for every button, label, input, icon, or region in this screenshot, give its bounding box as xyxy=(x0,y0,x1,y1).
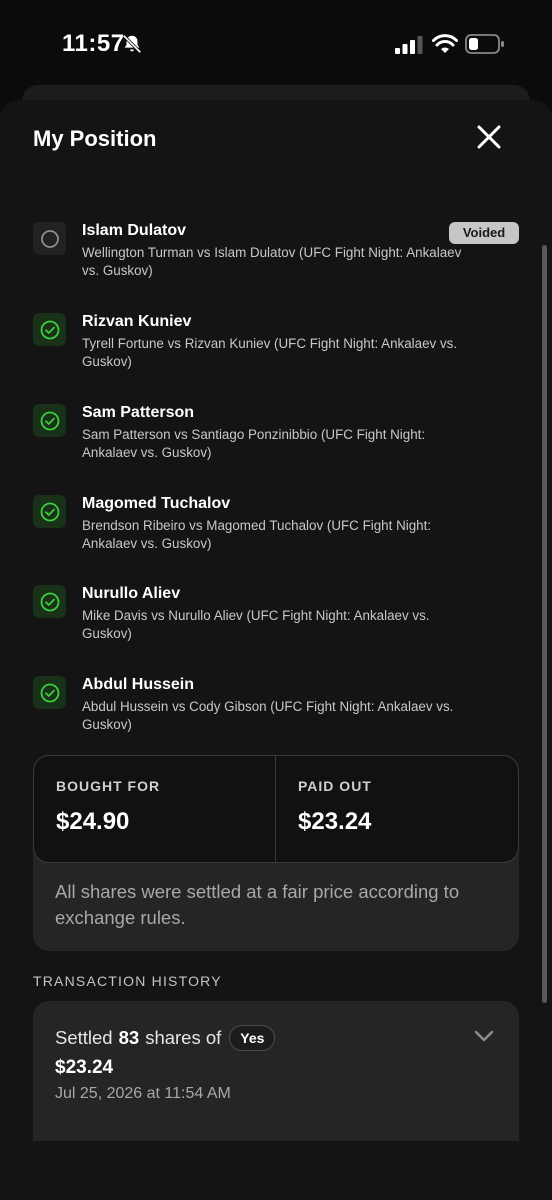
scrollbar[interactable] xyxy=(542,245,547,1003)
battery-icon xyxy=(465,34,504,54)
check-circle-icon xyxy=(33,676,66,709)
check-circle-icon xyxy=(33,585,66,618)
side-badge: Yes xyxy=(229,1025,276,1051)
paid-out-label: PAID OUT xyxy=(298,778,372,794)
leg-description: Wellington Turman vs Islam Dulatov (UFC … xyxy=(82,245,462,278)
bought-for-label: BOUGHT FOR xyxy=(56,778,161,794)
leg-description: Abdul Hussein vs Cody Gibson (UFC Fight … xyxy=(82,699,454,732)
leg-name: Islam Dulatov xyxy=(82,222,187,239)
paid-out-value: $23.24 xyxy=(298,808,372,835)
leg-item: Sam Patterson Sam Patterson vs Santiago … xyxy=(33,404,523,484)
leg-description: Mike Davis vs Nurullo Aliev (UFC Fight N… xyxy=(82,608,430,641)
leg-item: Nurullo Aliev Mike Davis vs Nurullo Alie… xyxy=(33,585,523,665)
transaction-shares: 83 xyxy=(118,1027,140,1048)
status-bar: 11:57 xyxy=(0,0,552,84)
chevron-down-icon[interactable] xyxy=(473,1027,495,1045)
transaction-summary: Settled 83 shares of Yes xyxy=(55,1025,276,1051)
check-circle-icon xyxy=(33,313,66,346)
leg-name: Sam Patterson xyxy=(82,404,195,421)
transaction-history-header: TRANSACTION HISTORY xyxy=(33,973,222,989)
transaction-suffix: shares of xyxy=(145,1027,222,1048)
leg-item: Magomed Tuchalov Brendson Ribeiro vs Mag… xyxy=(33,495,523,575)
leg-name: Nurullo Aliev xyxy=(82,585,181,602)
leg-description: Sam Patterson vs Santiago Ponzinibbio (U… xyxy=(82,427,426,460)
position-sheet: My Position Islam Dulatov Wellington Tur… xyxy=(0,100,552,1200)
screen: 11:57 My Position Islam Dulatov Wellingt… xyxy=(0,0,552,1200)
bought-for-section: BOUGHT FOR $24.90 xyxy=(34,756,276,862)
transaction-date: Jul 25, 2026 at 11:54 AM xyxy=(55,1085,231,1102)
summary-card: BOUGHT FOR $24.90 PAID OUT $23.24 All sh… xyxy=(33,755,519,951)
voided-badge: Voided xyxy=(449,222,519,244)
leg-description: Tyrell Fortune vs Rizvan Kuniev (UFC Fig… xyxy=(82,336,458,369)
leg-status-void-icon xyxy=(33,222,66,255)
check-circle-icon xyxy=(33,495,66,528)
check-circle-icon xyxy=(33,404,66,437)
leg-item: Abdul Hussein Abdul Hussein vs Cody Gibs… xyxy=(33,676,523,756)
leg-name: Abdul Hussein xyxy=(82,676,195,693)
transaction-amount: $23.24 xyxy=(55,1057,114,1078)
transaction-card[interactable]: Settled 83 shares of Yes $23.24 Jul 25, … xyxy=(33,1001,519,1141)
leg-description: Brendson Ribeiro vs Magomed Tuchalov (UF… xyxy=(82,518,432,551)
leg-item: Islam Dulatov Wellington Turman vs Islam… xyxy=(33,222,523,302)
close-icon[interactable] xyxy=(472,120,506,154)
leg-name: Magomed Tuchalov xyxy=(82,495,231,512)
transaction-prefix: Settled xyxy=(55,1027,113,1048)
sheet-title: My Position xyxy=(33,126,157,151)
summary-values: BOUGHT FOR $24.90 PAID OUT $23.24 xyxy=(33,755,519,863)
paid-out-section: PAID OUT $23.24 xyxy=(276,756,518,862)
wifi-icon xyxy=(432,34,458,53)
leg-item: Rizvan Kuniev Tyrell Fortune vs Rizvan K… xyxy=(33,313,523,393)
status-time: 11:57 xyxy=(62,30,125,57)
cellular-signal-icon xyxy=(395,36,423,54)
leg-name: Rizvan Kuniev xyxy=(82,313,192,330)
bought-for-value: $24.90 xyxy=(56,808,130,835)
bell-slash-icon xyxy=(122,34,142,54)
settlement-note: All shares were settled at a fair price … xyxy=(55,881,460,928)
